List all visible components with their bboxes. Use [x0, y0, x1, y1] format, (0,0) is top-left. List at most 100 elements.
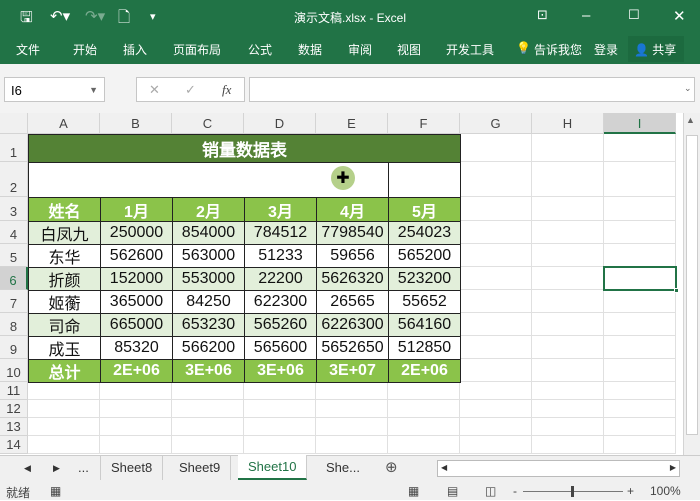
value-cell[interactable]: 5626320 [316, 267, 389, 291]
value-cell[interactable]: 7798540 [316, 221, 389, 245]
column-header[interactable]: A [28, 113, 100, 134]
value-cell[interactable]: 22200 [244, 267, 317, 291]
page-break-view-icon[interactable]: ◫ [485, 484, 496, 498]
table-header-cell[interactable]: 1月 [100, 197, 173, 222]
cell[interactable] [460, 290, 532, 313]
column-header[interactable]: G [460, 113, 532, 134]
cell[interactable] [532, 400, 604, 418]
cell-f2[interactable] [388, 162, 461, 198]
add-sheet-icon[interactable]: ⊕ [385, 458, 398, 476]
value-cell[interactable]: 562600 [100, 244, 173, 268]
cell[interactable] [604, 400, 676, 418]
cell[interactable] [604, 221, 676, 244]
cell[interactable] [388, 400, 460, 418]
tab-formulas[interactable]: 公式 [248, 41, 272, 58]
row-header[interactable]: 14 [0, 436, 28, 454]
cell[interactable] [460, 336, 532, 359]
macro-record-icon[interactable]: ▦ [50, 484, 61, 498]
value-cell[interactable]: 565200 [388, 244, 461, 268]
sheet-tab[interactable]: Sheet9 [169, 456, 232, 480]
ribbon-display-icon[interactable]: ⊡ [537, 7, 548, 23]
zoom-slider-thumb[interactable] [571, 486, 574, 497]
row-header[interactable]: 10 [0, 359, 28, 382]
cell[interactable] [460, 221, 532, 244]
cell[interactable] [604, 436, 676, 454]
cancel-icon[interactable]: ✕ [149, 82, 160, 98]
cell[interactable] [244, 400, 316, 418]
cell[interactable] [460, 267, 532, 290]
cell[interactable] [388, 436, 460, 454]
tab-developer[interactable]: 开发工具 [446, 41, 494, 58]
value-cell[interactable]: 5652650 [316, 336, 389, 360]
total-cell[interactable]: 3E+06 [244, 359, 317, 383]
row-header[interactable]: 13 [0, 418, 28, 436]
scroll-right-icon[interactable]: ▶ [670, 463, 676, 472]
value-cell[interactable]: 26565 [316, 290, 389, 314]
row-header[interactable]: 3 [0, 197, 28, 221]
vertical-scrollbar[interactable]: ▲ [683, 113, 700, 455]
cell[interactable] [604, 134, 676, 162]
cell[interactable] [100, 418, 172, 436]
value-cell[interactable]: 565260 [244, 313, 317, 337]
value-cell[interactable]: 553000 [172, 267, 245, 291]
value-cell[interactable]: 84250 [172, 290, 245, 314]
cell[interactable] [460, 400, 532, 418]
sheet-title[interactable]: 销量数据表 [28, 134, 461, 163]
cell[interactable] [316, 382, 388, 400]
enter-icon[interactable]: ✓ [185, 82, 196, 98]
value-cell[interactable]: 250000 [100, 221, 173, 245]
value-cell[interactable]: 665000 [100, 313, 173, 337]
cell[interactable] [316, 400, 388, 418]
zoom-slider[interactable] [523, 486, 623, 497]
cell[interactable] [532, 221, 604, 244]
row-header[interactable]: 8 [0, 313, 28, 336]
table-header-cell[interactable]: 姓名 [28, 197, 101, 222]
cell[interactable] [172, 400, 244, 418]
cell[interactable] [388, 418, 460, 436]
row-header[interactable]: 4 [0, 221, 28, 244]
zoom-out-button[interactable]: - [513, 484, 517, 498]
cell[interactable] [532, 290, 604, 313]
value-cell[interactable]: 566200 [172, 336, 245, 360]
value-cell[interactable]: 854000 [172, 221, 245, 245]
value-cell[interactable]: 55652 [388, 290, 461, 314]
cell[interactable] [460, 418, 532, 436]
cell[interactable] [172, 418, 244, 436]
cell[interactable] [28, 418, 100, 436]
row-header[interactable]: 6 [0, 267, 28, 290]
minimize-icon[interactable]: – [582, 7, 590, 24]
cell[interactable] [532, 436, 604, 454]
column-header[interactable]: I [604, 113, 676, 134]
name-cell[interactable]: 姬蘅 [28, 290, 101, 314]
cell[interactable] [460, 134, 532, 162]
cell[interactable] [604, 290, 676, 313]
name-cell[interactable]: 司命 [28, 313, 101, 337]
close-icon[interactable]: ✕ [673, 7, 686, 25]
value-cell[interactable]: 564160 [388, 313, 461, 337]
value-cell[interactable]: 622300 [244, 290, 317, 314]
cell[interactable] [532, 359, 604, 382]
sheet-tab-active[interactable]: Sheet10 [238, 455, 308, 480]
name-cell[interactable]: 白凤九 [28, 221, 101, 245]
normal-view-icon[interactable]: ▦ [408, 484, 419, 498]
row-header[interactable]: 5 [0, 244, 28, 267]
chevron-down-icon[interactable]: ▼ [89, 85, 98, 95]
cell[interactable] [604, 418, 676, 436]
tab-insert[interactable]: 插入 [123, 41, 147, 58]
row-header[interactable]: 7 [0, 290, 28, 313]
cell[interactable] [460, 313, 532, 336]
page-layout-view-icon[interactable]: ▤ [447, 484, 458, 498]
insert-function-icon[interactable]: fx [222, 82, 231, 98]
cell[interactable] [604, 244, 676, 267]
scroll-left-icon[interactable]: ◀ [441, 463, 447, 472]
row-header[interactable]: 2 [0, 162, 28, 197]
cell[interactable] [460, 197, 532, 221]
column-header[interactable]: F [388, 113, 460, 134]
column-header[interactable]: C [172, 113, 244, 134]
tab-page-layout[interactable]: 页面布局 [173, 41, 221, 58]
cell[interactable] [388, 382, 460, 400]
name-cell[interactable]: 折颜 [28, 267, 101, 291]
total-cell[interactable]: 2E+06 [100, 359, 173, 383]
table-header-cell[interactable]: 3月 [244, 197, 317, 222]
cell[interactable] [532, 267, 604, 290]
